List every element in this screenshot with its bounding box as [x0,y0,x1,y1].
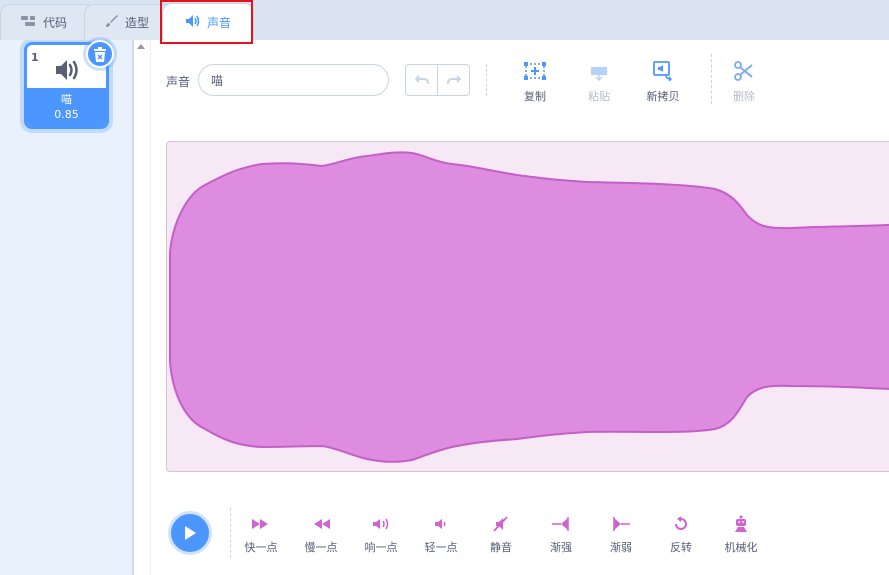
tab-code[interactable]: 代码 [0,4,96,40]
scissors-icon [734,61,753,81]
effect-reverse-button[interactable]: 反转 [651,515,711,555]
copy-button[interactable]: 复制 [510,58,560,104]
paste-label: 粘贴 [588,90,610,103]
effect-mute-label: 静音 [490,541,512,554]
copy-label: 复制 [524,90,546,103]
effect-louder-button[interactable]: 响一点 [351,515,411,555]
sound-tile-speaker-icon [55,59,81,84]
undo-button[interactable] [406,65,437,95]
paste-button[interactable]: 粘贴 [574,58,624,104]
effect-robot-button[interactable]: 机械化 [711,515,771,555]
tab-costumes-label: 造型 [125,16,150,30]
effect-louder-label: 响一点 [364,541,398,554]
softer-icon [435,519,446,529]
effect-faster-button[interactable]: 快一点 [231,515,291,555]
play-sound-button[interactable] [168,511,212,555]
toolbar-divider-2 [711,54,712,104]
undo-redo-group [405,64,470,96]
redo-icon [446,75,461,85]
code-icon [21,15,37,30]
tab-sounds[interactable]: 声音 [162,3,254,41]
sound-tile-info: 喵 0.85 [27,88,106,126]
louder-icon [373,518,389,530]
sound-name-label: 声音 [166,75,191,89]
effect-fade-in-label: 渐强 [550,541,572,554]
effect-reverse-label: 反转 [670,541,692,554]
robot-icon [735,515,747,532]
sound-tile-name: 喵 [61,93,72,106]
effect-robot-label: 机械化 [724,541,758,554]
paste-icon [590,67,608,81]
copy-to-new-button[interactable]: 新拷贝 [638,58,688,104]
speaker-icon [185,14,201,31]
sound-name-input[interactable] [198,64,389,96]
delete-label: 删除 [733,90,755,103]
tab-sounds-label: 声音 [207,15,232,30]
undo-icon [414,75,429,85]
effect-fade-out-button[interactable]: 渐弱 [591,515,651,555]
copy-to-new-icon [653,61,673,81]
redo-button[interactable] [437,65,469,95]
play-icon [185,526,196,540]
effect-slower-button[interactable]: 慢一点 [291,515,351,555]
fade-out-icon [613,517,630,531]
copy-to-new-label: 新拷贝 [646,90,680,103]
reverse-icon [675,516,687,530]
faster-icon [252,519,268,529]
effect-fade-in-button[interactable]: 渐强 [531,515,591,555]
editor-tab-bar: 代码 造型 声音 [0,0,889,41]
sound-index: 1 [31,51,39,64]
slower-icon [314,519,330,529]
tab-code-label: 代码 [43,16,68,30]
effect-slower-label: 慢一点 [304,541,338,554]
toolbar-divider [486,64,487,96]
effect-faster-label: 快一点 [244,541,278,554]
trash-icon [94,46,106,62]
sound-tile-duration: 0.85 [54,108,79,121]
effect-mute-button[interactable]: 静音 [471,515,531,555]
copy-icon [524,62,546,80]
brush-icon [105,14,119,31]
waveform-shape [169,151,889,463]
fade-in-icon [552,517,569,531]
waveform-canvas[interactable] [166,141,889,472]
effect-softer-label: 轻一点 [424,541,458,554]
mute-icon [493,516,508,532]
delete-sound-button[interactable] [86,40,114,68]
sound-list-scrollbar[interactable] [133,40,150,575]
scroll-up-arrow-icon[interactable] [137,44,145,49]
waveform-graphic [169,151,889,463]
sound-editor: 声音 复制 粘贴 新拷贝 删除 快一点 [151,40,889,575]
effect-softer-button[interactable]: 轻一点 [411,515,471,555]
delete-button[interactable]: 删除 [719,58,769,104]
effect-fade-out-label: 渐弱 [610,541,632,554]
